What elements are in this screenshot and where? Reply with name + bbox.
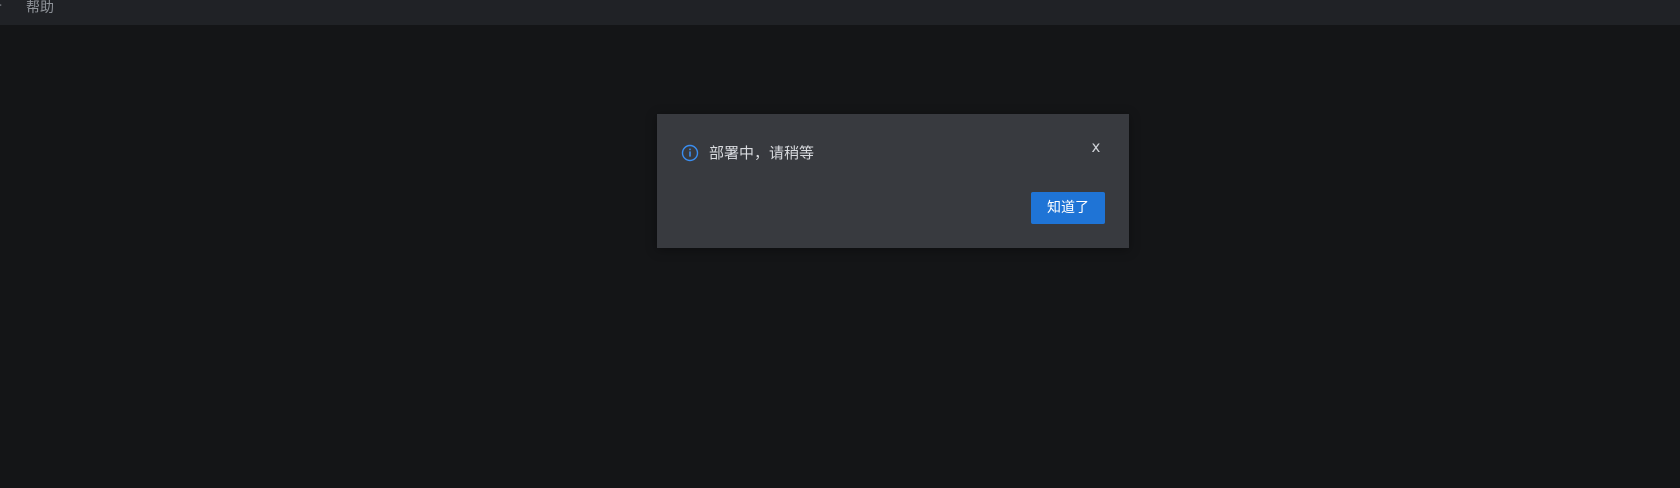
confirm-button[interactable]: 知道了 bbox=[1031, 192, 1105, 224]
menu-item-partial[interactable]: 亍 bbox=[0, 0, 14, 17]
workspace bbox=[0, 25, 1680, 488]
info-icon bbox=[681, 144, 699, 162]
close-button[interactable]: x bbox=[1087, 138, 1105, 156]
deploy-status-dialog: 部署中，请稍等 x 知道了 bbox=[657, 114, 1129, 248]
dialog-message: 部署中，请稍等 bbox=[709, 144, 815, 162]
menu-item-help[interactable]: 帮助 bbox=[14, 0, 66, 17]
menubar: 亍 帮助 bbox=[0, 0, 1680, 25]
dialog-body: 部署中，请稍等 bbox=[681, 143, 814, 163]
